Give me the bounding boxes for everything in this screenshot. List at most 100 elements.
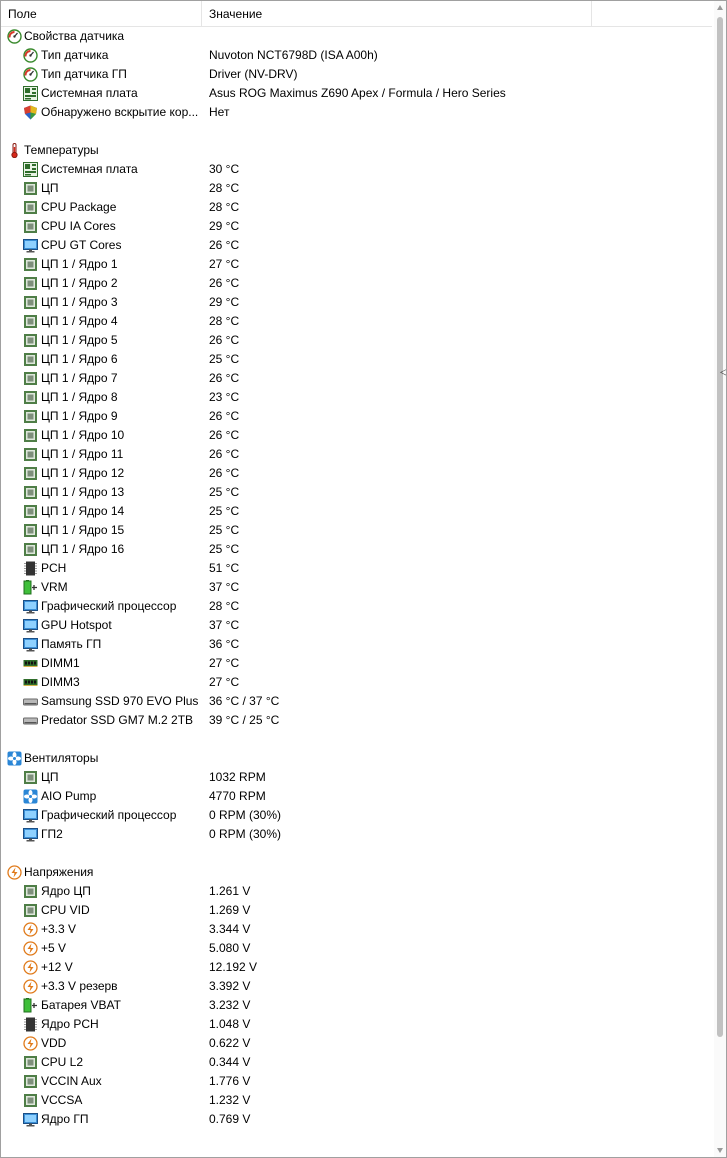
- sensor-row[interactable]: ЦП 1 / Ядро 6 25 °C: [1, 350, 712, 369]
- sensor-row[interactable]: +12 V 12.192 V: [1, 958, 712, 977]
- sensor-row[interactable]: ЦП 1032 RPM: [1, 768, 712, 787]
- sensor-row[interactable]: ЦП 1 / Ядро 4 28 °C: [1, 312, 712, 331]
- cpu-icon: [23, 504, 38, 519]
- sensor-row[interactable]: ЦП 1 / Ядро 13 25 °C: [1, 483, 712, 502]
- sensor-row[interactable]: Память ГП 36 °C: [1, 635, 712, 654]
- sensor-row[interactable]: ЦП 1 / Ядро 3 29 °C: [1, 293, 712, 312]
- sensor-row[interactable]: CPU VID 1.269 V: [1, 901, 712, 920]
- field-value: 36 °C / 37 °C: [209, 694, 280, 708]
- field-label: +5 V: [41, 941, 67, 955]
- cpu-icon: [23, 333, 38, 348]
- group-header[interactable]: Напряжения: [1, 863, 712, 882]
- monitor-icon: [23, 1112, 38, 1127]
- sensor-row[interactable]: Батарея VBAT 3.232 V: [1, 996, 712, 1015]
- field-value: 1.269 V: [209, 903, 251, 917]
- sensor-row[interactable]: CPU Package 28 °C: [1, 198, 712, 217]
- sensor-row[interactable]: Ядро ГП 0.769 V: [1, 1110, 712, 1129]
- sensor-row[interactable]: VRM 37 °C: [1, 578, 712, 597]
- sensor-row[interactable]: ЦП 28 °C: [1, 179, 712, 198]
- field-value: Driver (NV-DRV): [209, 67, 298, 81]
- field-value: 36 °C: [209, 637, 240, 651]
- field-label: CPU GT Cores: [41, 238, 122, 252]
- sensor-row[interactable]: ЦП 1 / Ядро 8 23 °C: [1, 388, 712, 407]
- field-value: 4770 RPM: [209, 789, 266, 803]
- sensor-row[interactable]: ЦП 1 / Ядро 11 26 °C: [1, 445, 712, 464]
- bolt-icon: [23, 960, 38, 975]
- sensor-row[interactable]: ЦП 1 / Ядро 5 26 °C: [1, 331, 712, 350]
- sensor-row[interactable]: Системная плата Asus ROG Maximus Z690 Ape…: [1, 84, 712, 103]
- sensor-row[interactable]: ЦП 1 / Ядро 7 26 °C: [1, 369, 712, 388]
- field-value: 28 °C: [209, 599, 240, 613]
- scroll-down-arrow[interactable]: [717, 1148, 723, 1153]
- sensor-row[interactable]: Predator SSD GM7 M.2 2TB 39 °C / 25 °C: [1, 711, 712, 730]
- field-value: 29 °C: [209, 219, 240, 233]
- sensor-row[interactable]: DIMM1 27 °C: [1, 654, 712, 673]
- group-header[interactable]: Температуры: [1, 141, 712, 160]
- vertical-scrollbar[interactable]: [714, 1, 726, 1157]
- field-label: ЦП 1 / Ядро 1: [41, 257, 118, 271]
- cpu-icon: [23, 542, 38, 557]
- field-value: 25 °C: [209, 352, 240, 366]
- gauge-icon: [7, 29, 22, 44]
- sensor-row[interactable]: Тип датчика Nuvoton NCT6798D (ISA A00h): [1, 46, 712, 65]
- sensor-row[interactable]: ЦП 1 / Ядро 2 26 °C: [1, 274, 712, 293]
- sensor-row[interactable]: AIO Pump 4770 RPM: [1, 787, 712, 806]
- field-value: Нет: [209, 105, 230, 119]
- group-header[interactable]: Свойства датчика: [1, 27, 712, 46]
- sensor-row[interactable]: +5 V 5.080 V: [1, 939, 712, 958]
- group-header[interactable]: Вентиляторы: [1, 749, 712, 768]
- sensor-row[interactable]: VCCIN Aux 1.776 V: [1, 1072, 712, 1091]
- sensor-row[interactable]: VDD 0.622 V: [1, 1034, 712, 1053]
- monitor-icon: [23, 637, 38, 652]
- sensor-row[interactable]: ГП2 0 RPM (30%): [1, 825, 712, 844]
- field-value: 1.048 V: [209, 1017, 251, 1031]
- sensor-row[interactable]: GPU Hotspot 37 °C: [1, 616, 712, 635]
- chip-icon: [23, 561, 38, 576]
- battery-icon: [23, 580, 38, 595]
- shield-icon: [23, 105, 38, 120]
- field-value: 3.232 V: [209, 998, 251, 1012]
- sensor-row[interactable]: ЦП 1 / Ядро 16 25 °C: [1, 540, 712, 559]
- field-label: VCCSA: [41, 1093, 83, 1107]
- gauge-icon: [23, 67, 38, 82]
- bolt-icon: [23, 922, 38, 937]
- cpu-icon: [23, 390, 38, 405]
- sensor-row[interactable]: ЦП 1 / Ядро 1 27 °C: [1, 255, 712, 274]
- sensor-row[interactable]: CPU GT Cores 26 °C: [1, 236, 712, 255]
- sensor-row[interactable]: ЦП 1 / Ядро 9 26 °C: [1, 407, 712, 426]
- column-header-value[interactable]: Значение: [202, 1, 592, 26]
- field-label: ЦП 1 / Ядро 7: [41, 371, 118, 385]
- sensor-row[interactable]: Тип датчика ГП Driver (NV-DRV): [1, 65, 712, 84]
- sensor-row[interactable]: Samsung SSD 970 EVO Plus ... 36 °C / 37 °…: [1, 692, 712, 711]
- field-value: 23 °C: [209, 390, 240, 404]
- field-value: 25 °C: [209, 504, 240, 518]
- column-header-field[interactable]: Поле: [1, 1, 202, 26]
- sensor-row[interactable]: DIMM3 27 °C: [1, 673, 712, 692]
- sensor-row[interactable]: +3.3 V 3.344 V: [1, 920, 712, 939]
- sensor-row[interactable]: CPU L2 0.344 V: [1, 1053, 712, 1072]
- resize-handle-icon[interactable]: ◁▷: [720, 367, 726, 378]
- scroll-up-arrow[interactable]: [717, 5, 723, 10]
- field-label: CPU IA Cores: [41, 219, 116, 233]
- field-label: ЦП 1 / Ядро 3: [41, 295, 118, 309]
- sensor-row[interactable]: ЦП 1 / Ядро 14 25 °C: [1, 502, 712, 521]
- sensor-row[interactable]: Ядро ЦП 1.261 V: [1, 882, 712, 901]
- sensor-row[interactable]: +3.3 V резерв 3.392 V: [1, 977, 712, 996]
- fan-icon: [23, 789, 38, 804]
- sensor-row[interactable]: ЦП 1 / Ядро 10 26 °C: [1, 426, 712, 445]
- sensor-row[interactable]: ЦП 1 / Ядро 12 26 °C: [1, 464, 712, 483]
- sensor-row[interactable]: Графический процессор 0 RPM (30%): [1, 806, 712, 825]
- field-value: 26 °C: [209, 333, 240, 347]
- sensor-row[interactable]: Обнаружено вскрытие кор... Нет: [1, 103, 712, 122]
- sensor-row[interactable]: CPU IA Cores 29 °C: [1, 217, 712, 236]
- sensor-row[interactable]: Графический процессор 28 °C: [1, 597, 712, 616]
- sensor-row[interactable]: Системная плата 30 °C: [1, 160, 712, 179]
- sensor-row[interactable]: Ядро PCH 1.048 V: [1, 1015, 712, 1034]
- sensor-row[interactable]: PCH 51 °C: [1, 559, 712, 578]
- cpu-icon: [23, 770, 38, 785]
- field-value: 1.776 V: [209, 1074, 251, 1088]
- sensor-row[interactable]: VCCSA 1.232 V: [1, 1091, 712, 1110]
- monitor-icon: [23, 827, 38, 842]
- sensor-row[interactable]: ЦП 1 / Ядро 15 25 °C: [1, 521, 712, 540]
- scroll-thumb[interactable]: [717, 17, 723, 1037]
